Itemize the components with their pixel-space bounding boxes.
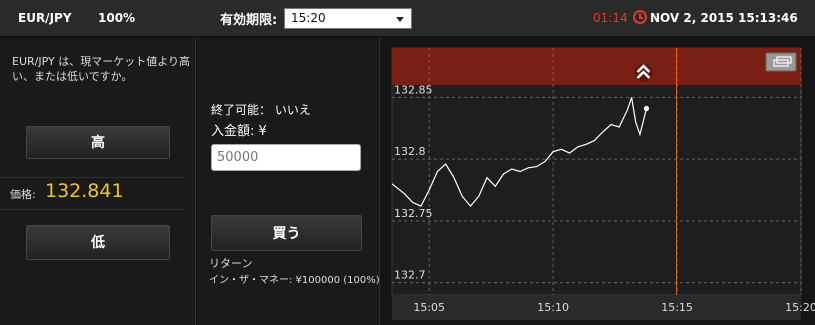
currency-pair: EUR/JPY [18, 11, 72, 25]
return-label: リターン [209, 257, 253, 270]
price-label: 価格: [10, 188, 36, 201]
price-chart: 132.7 132.75 132.8 132.85 15:05 15:10 15:15 15:… [391, 47, 815, 320]
y-tick-label: 132.8 [394, 145, 426, 158]
payout-percent: 100% [98, 11, 136, 25]
top-bar: EUR/JPY 100% 有効期限: 15:20 01:14 NOV 2, 20… [0, 0, 815, 37]
expiry-selected-value: 15:20 [291, 11, 326, 25]
divider [0, 177, 185, 178]
current-datetime: NOV 2, 2015 15:13:46 [650, 11, 798, 25]
buy-button[interactable]: 買う [211, 215, 362, 251]
direction-panel: EUR/JPY は、現マーケット値より高い、または低いですか。 高 価格: 13… [0, 38, 196, 325]
x-axis-strip [392, 295, 801, 320]
trade-panel: 終了可能： いいえ 入金額: ¥ 買う リターン イン・ザ・マネー: ¥1000… [197, 38, 380, 325]
direction-question: EUR/JPY は、現マーケット値より高い、または低いですか。 [12, 55, 190, 83]
chevron-down-icon [396, 17, 404, 22]
expiry-select[interactable]: 15:20 [284, 8, 412, 29]
return-value: イン・ザ・マネー: ¥100000 (100%) [209, 275, 380, 286]
early-close-status: 終了可能： いいえ [211, 103, 311, 117]
clock-icon [633, 10, 647, 24]
expiry-band [392, 48, 801, 85]
y-tick-label: 132.7 [394, 269, 426, 282]
amount-input[interactable] [211, 144, 361, 171]
current-price-point [643, 105, 650, 112]
price-chart-panel: 132.7 132.75 132.8 132.85 15:05 15:10 15:15 15:… [381, 38, 815, 325]
expiry-label: 有効期限: [220, 13, 278, 28]
y-tick-label: 132.75 [394, 207, 433, 220]
y-tick-label: 132.85 [394, 83, 433, 96]
countdown-timer: 01:14 [593, 11, 628, 25]
price-value: 132.841 [45, 180, 124, 202]
plot-area [391, 47, 802, 296]
x-tick-label: 15:15 [661, 301, 693, 314]
x-tick-label: 15:05 [413, 301, 445, 314]
x-tick-label: 15:20 [785, 301, 815, 314]
low-button[interactable]: 低 [26, 225, 170, 260]
amount-label: 入金額: ¥ [211, 124, 267, 139]
divider [0, 209, 185, 210]
x-tick-label: 15:10 [537, 301, 569, 314]
high-button[interactable]: 高 [26, 126, 170, 159]
